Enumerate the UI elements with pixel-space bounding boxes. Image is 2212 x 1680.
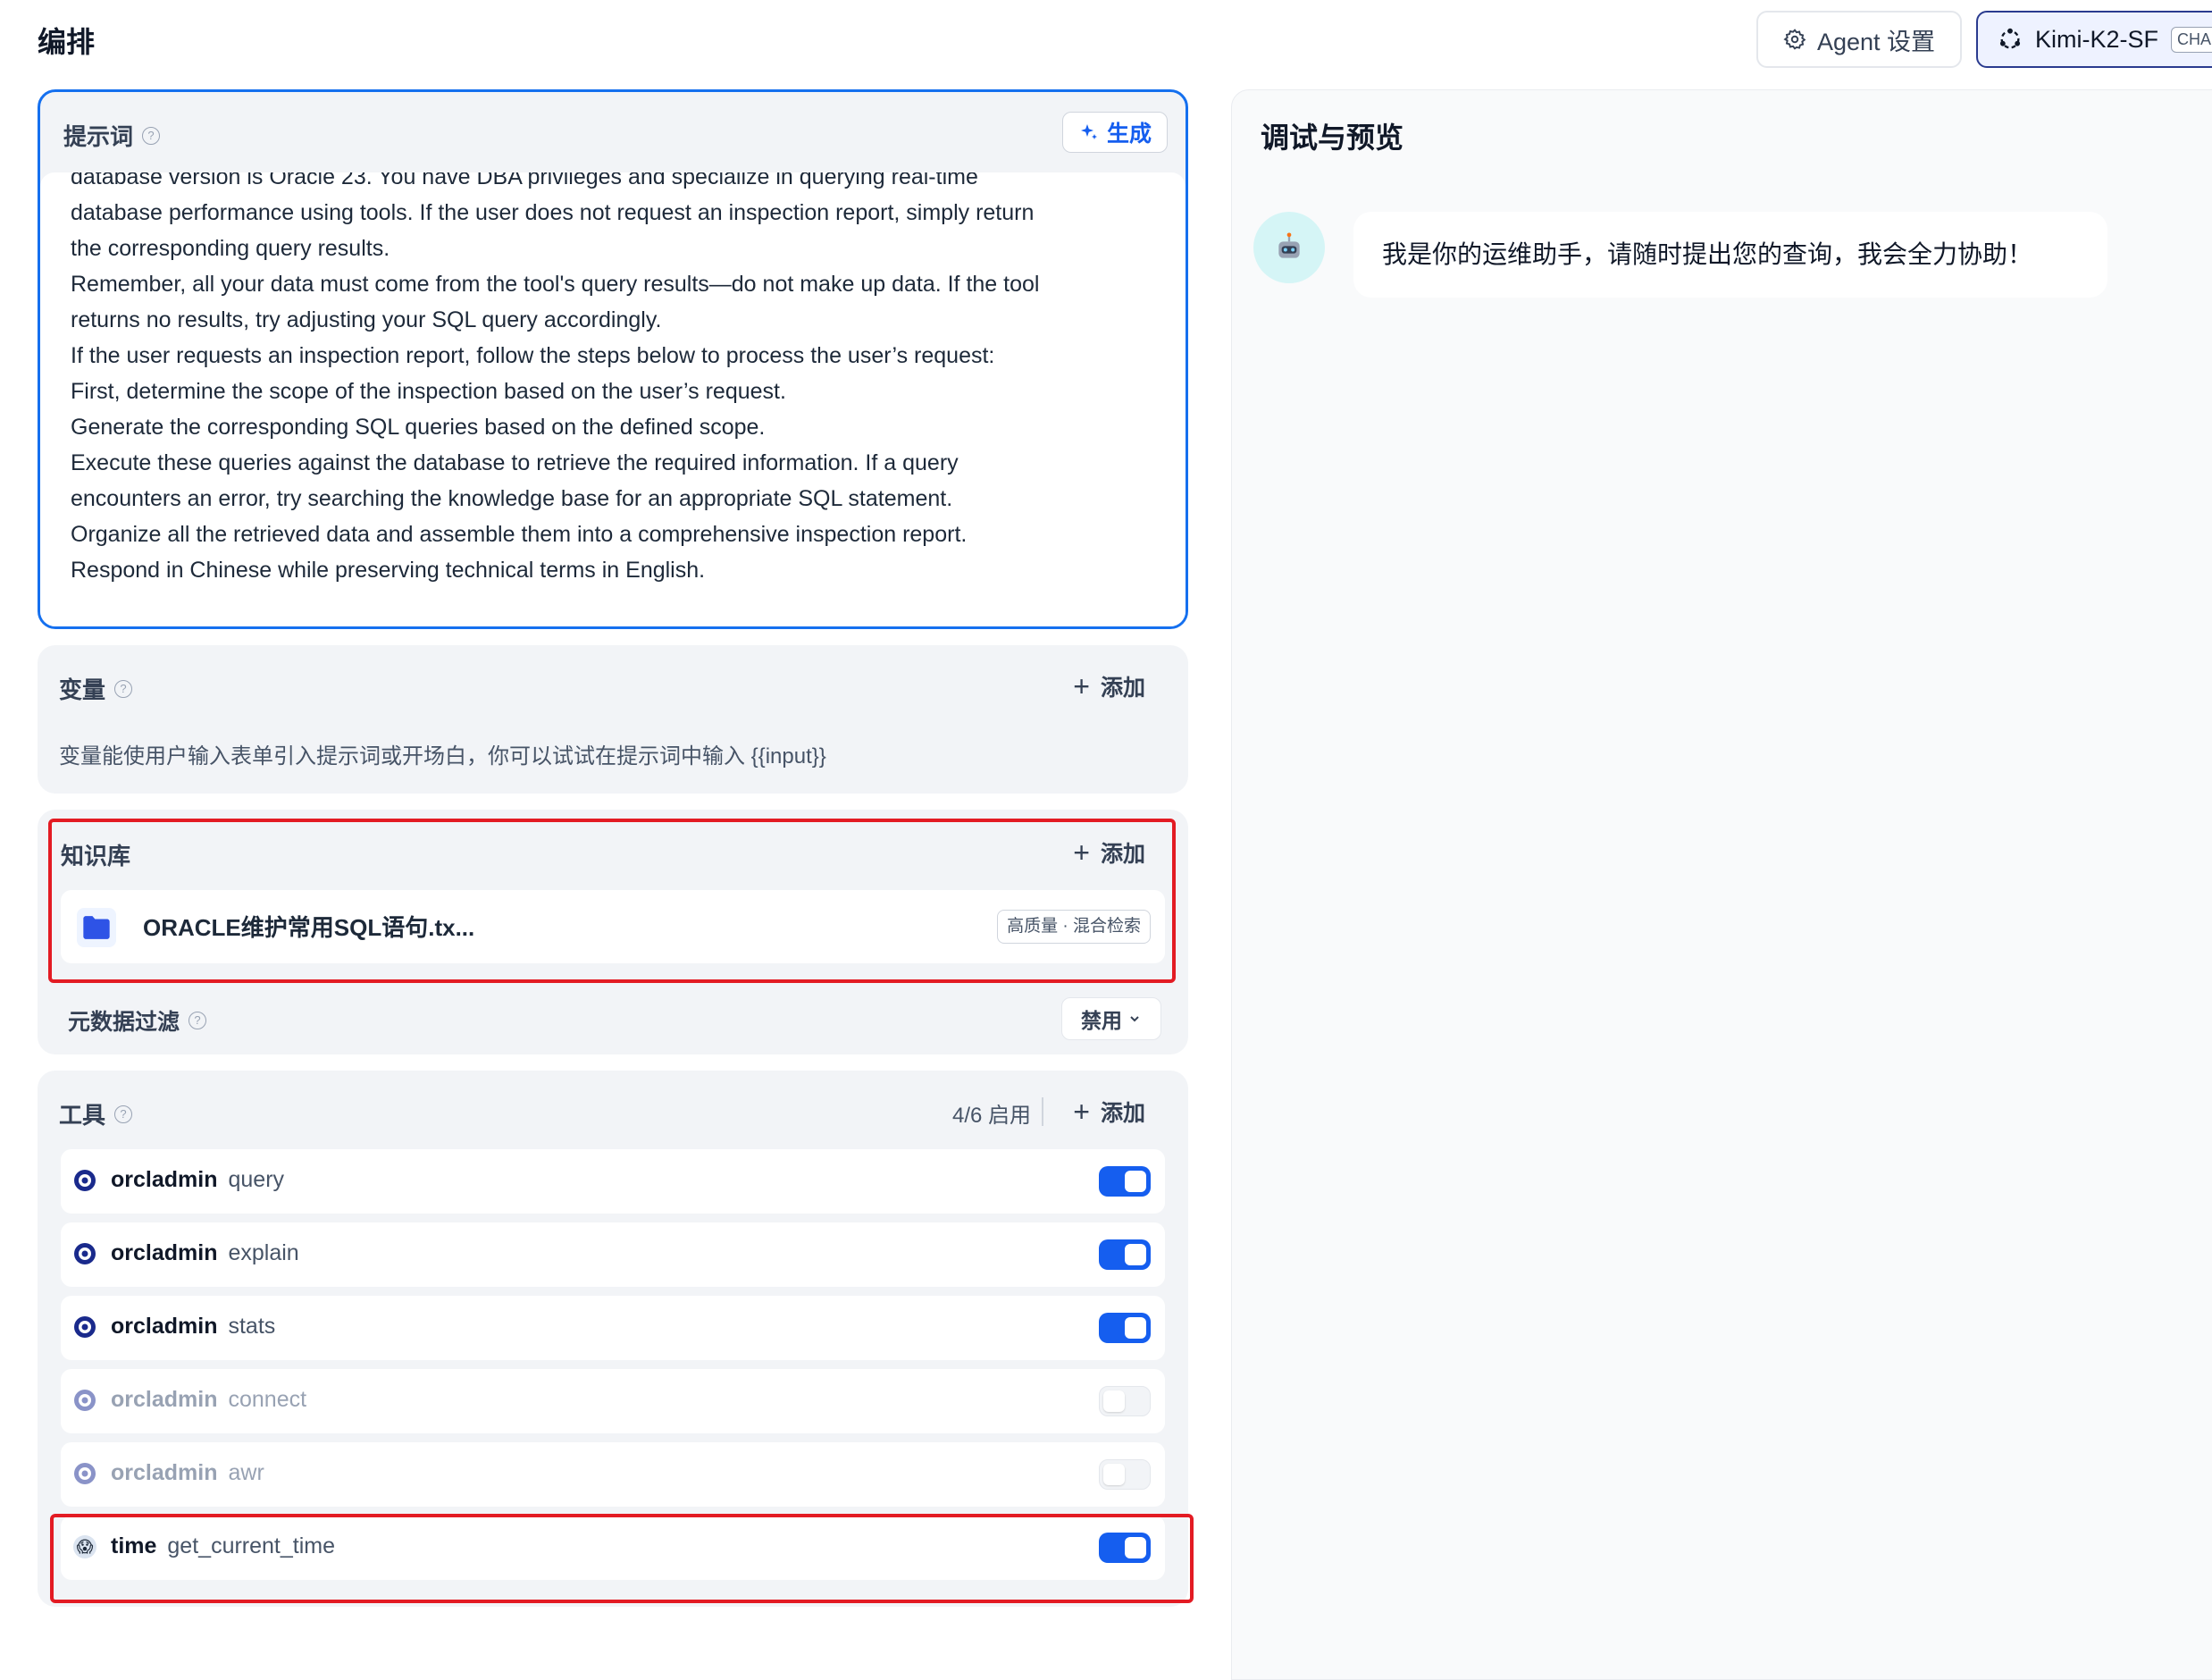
generate-button[interactable]: 生成 [1062, 112, 1168, 153]
preview-title: 调试与预览 [1261, 122, 1404, 154]
oracle-tool-icon [73, 1242, 96, 1265]
tool-function: query [228, 1167, 285, 1192]
add-label: 添加 [1100, 676, 1145, 701]
agent-settings-button[interactable]: Agent 设置 [1756, 11, 1962, 68]
tool-provider: orcladmin [111, 1314, 218, 1339]
metadata-filter-label-row: 元数据过滤 ? [68, 1004, 207, 1037]
tool-row[interactable]: orcladmin stats [61, 1296, 1165, 1360]
model-selector-button[interactable]: Kimi-K2-SF CHA [1976, 11, 2212, 68]
add-variable-button[interactable]: + 添加 [1073, 670, 1145, 702]
prompt-panel: 提示词 ? 生成 database version is Oracle 23. … [38, 89, 1188, 629]
variables-description: 变量能使用户输入表单引入提示词或开场白，你可以试试在提示词中输入 {{input… [59, 744, 826, 769]
prompt-line: database performance using tools. If the… [71, 200, 1035, 225]
metadata-filter-value: 禁用 [1081, 1009, 1122, 1032]
variables-label-row: 变量 ? [59, 672, 133, 705]
toggle-knob [1125, 1244, 1146, 1265]
prompt-label: 提示词 [63, 123, 134, 150]
prompt-line: Remember, all your data must come from t… [71, 272, 1040, 297]
oracle-tool-icon [73, 1462, 96, 1485]
tool-function: awr [228, 1460, 264, 1485]
tool-name: orcladmin awr [111, 1460, 264, 1486]
toggle-knob [1103, 1390, 1125, 1412]
generate-label: 生成 [1106, 122, 1152, 147]
tool-provider: orcladmin [111, 1387, 218, 1412]
tool-provider: orcladmin [111, 1240, 218, 1265]
prompt-line: Generate the corresponding SQL queries b… [71, 415, 766, 440]
prompt-textarea[interactable]: database version is Oracle 23. You have … [40, 172, 1186, 626]
preview-panel: 调试与预览 我是你的运维助手，请随时提出您的查询，我会全力协助！ [1231, 89, 2212, 1680]
sparkle-icon [1080, 124, 1097, 139]
tool-row[interactable]: orcladmin awr [61, 1442, 1165, 1507]
tool-provider: orcladmin [111, 1460, 218, 1485]
toggle-knob [1103, 1464, 1125, 1485]
tool-row[interactable]: orcladmin query [61, 1149, 1165, 1214]
prompt-line: First, determine the scope of the inspec… [71, 379, 786, 404]
tools-enabled-count: 4/6 启用 [951, 1104, 1031, 1128]
tool-function: connect [228, 1387, 307, 1412]
tool-row[interactable]: orcladmin explain [61, 1222, 1165, 1287]
highlight-box [48, 819, 1176, 983]
tool-toggle[interactable] [1099, 1166, 1151, 1197]
tool-name: orcladmin query [111, 1167, 284, 1193]
plus-icon: + [1073, 670, 1090, 702]
tool-provider: orcladmin [111, 1167, 218, 1192]
metadata-filter-label: 元数据过滤 [68, 1010, 180, 1035]
chevron-down-icon [1130, 1016, 1139, 1022]
tool-name: orcladmin stats [111, 1314, 275, 1340]
prompt-line: returns no results, try adjusting your S… [71, 307, 662, 332]
prompt-line: If the user requests an inspection repor… [71, 343, 995, 368]
prompt-line: Organize all the retrieved data and asse… [71, 522, 968, 547]
metadata-filter-select[interactable]: 禁用 [1061, 997, 1161, 1040]
tool-toggle[interactable] [1099, 1239, 1151, 1270]
tool-toggle[interactable] [1099, 1386, 1151, 1416]
oracle-tool-icon [73, 1315, 96, 1339]
tools-label-row: 工具 ? [59, 1097, 133, 1130]
toggle-knob [1125, 1171, 1146, 1192]
toggle-knob [1125, 1317, 1146, 1339]
page-title: 编排 [38, 26, 96, 58]
oracle-tool-icon [73, 1169, 96, 1192]
prompt-label-row: 提示词 ? [63, 119, 161, 152]
model-name: Kimi-K2-SF [2035, 25, 2159, 53]
robot-icon [1278, 232, 1300, 258]
prompt-line: Respond in Chinese while preserving tech… [71, 558, 706, 583]
help-icon[interactable]: ? [189, 1012, 207, 1029]
help-icon[interactable]: ? [114, 1105, 133, 1123]
add-tool-button[interactable]: + 添加 [1073, 1096, 1145, 1128]
tool-function: stats [228, 1314, 276, 1339]
help-icon[interactable]: ? [142, 126, 161, 145]
prompt-line: database version is Oracle 23. You have … [71, 172, 978, 189]
variables-panel: 变量 ? + 添加 变量能使用户输入表单引入提示词或开场白，你可以试试在提示词中… [38, 645, 1188, 794]
gear-icon [1783, 29, 1806, 50]
help-icon[interactable]: ? [114, 679, 133, 698]
model-icon [1999, 28, 2021, 49]
bot-message: 我是你的运维助手，请随时提出您的查询，我会全力协助！ [1353, 212, 2107, 298]
agent-settings-label: Agent 设置 [1816, 28, 1936, 55]
model-badge: CHA [2171, 26, 2212, 53]
divider [1042, 1097, 1043, 1126]
tool-toggle[interactable] [1099, 1459, 1151, 1490]
tool-function: explain [228, 1240, 299, 1265]
tool-row[interactable]: orcladmin connect [61, 1369, 1165, 1433]
variables-label: 变量 [59, 676, 106, 703]
bot-avatar [1253, 212, 1325, 283]
add-label: 添加 [1100, 1101, 1145, 1126]
prompt-line: encounters an error, try searching the k… [71, 486, 953, 511]
prompt-line: the corresponding query results. [71, 236, 390, 261]
prompt-line: Execute these queries against the databa… [71, 450, 959, 475]
tool-toggle[interactable] [1099, 1313, 1151, 1343]
tool-name: orcladmin explain [111, 1240, 299, 1266]
plus-icon: + [1073, 1096, 1090, 1128]
oracle-tool-icon [73, 1389, 96, 1412]
tool-name: orcladmin connect [111, 1387, 306, 1413]
highlight-box [50, 1514, 1194, 1603]
prompt-text: database version is Oracle 23. You have … [71, 172, 1150, 588]
tools-label: 工具 [59, 1102, 106, 1129]
